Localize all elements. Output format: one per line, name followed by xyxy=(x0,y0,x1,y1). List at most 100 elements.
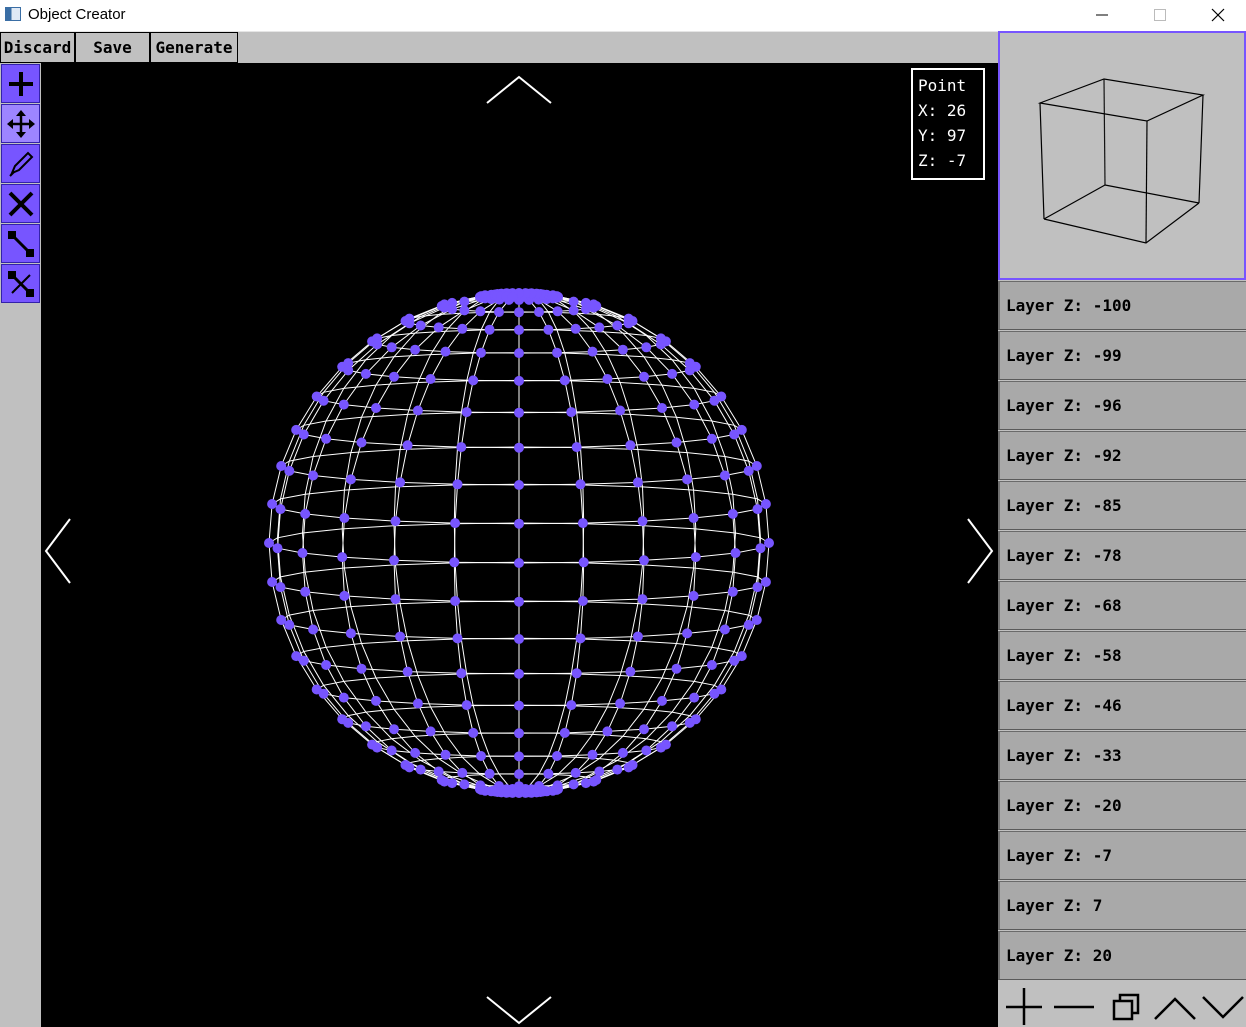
add-point-tool[interactable] xyxy=(1,64,40,103)
vertex-point[interactable] xyxy=(272,543,283,554)
layer-item[interactable]: Layer Z: -20 xyxy=(998,781,1246,830)
vertex-point[interactable] xyxy=(318,395,329,406)
remove-layer-button[interactable] xyxy=(1052,982,1096,1027)
vertex-point[interactable] xyxy=(447,778,458,789)
vertex-point[interactable] xyxy=(632,477,643,488)
vertex-point[interactable] xyxy=(410,747,421,758)
maximize-button[interactable] xyxy=(1137,0,1183,30)
vertex-point[interactable] xyxy=(450,518,461,529)
vertex-point[interactable] xyxy=(623,313,634,324)
vertex-point[interactable] xyxy=(345,474,356,485)
vertex-point[interactable] xyxy=(534,307,544,317)
vertex-point[interactable] xyxy=(386,745,397,756)
vertex-point[interactable] xyxy=(627,760,638,770)
vertex-point[interactable] xyxy=(706,660,717,670)
vertex-point[interactable] xyxy=(300,508,311,519)
vertex-point[interactable] xyxy=(602,726,613,737)
vertex-point[interactable] xyxy=(484,324,495,335)
vertex-point[interactable] xyxy=(716,684,727,695)
vertex-point[interactable] xyxy=(389,724,399,735)
vertex-point[interactable] xyxy=(594,766,605,777)
vertex-point[interactable] xyxy=(372,339,383,350)
vertex-point[interactable] xyxy=(404,762,415,773)
vertex-point[interactable] xyxy=(372,742,383,753)
layer-item[interactable]: Layer Z: -46 xyxy=(998,681,1246,730)
vertex-point[interactable] xyxy=(655,333,666,344)
vertex-point[interactable] xyxy=(637,516,648,527)
vertex-point[interactable] xyxy=(447,304,458,315)
vertex-point[interactable] xyxy=(727,508,738,519)
vertex-point[interactable] xyxy=(552,780,563,791)
vertex-point[interactable] xyxy=(514,728,524,739)
vertex-point[interactable] xyxy=(456,668,467,679)
vertex-point[interactable] xyxy=(461,407,472,418)
vertex-point[interactable] xyxy=(475,780,486,791)
vertex-point[interactable] xyxy=(449,557,460,568)
vertex-point[interactable] xyxy=(415,320,426,331)
vertex-point[interactable] xyxy=(476,751,486,761)
vertex-point[interactable] xyxy=(575,633,586,644)
vertex-point[interactable] xyxy=(552,751,562,761)
vertex-point[interactable] xyxy=(552,347,562,358)
vertex-point[interactable] xyxy=(412,698,423,709)
vertex-point[interactable] xyxy=(566,407,577,418)
vertex-point[interactable] xyxy=(690,714,701,725)
vertex-point[interactable] xyxy=(267,577,278,587)
move-tool[interactable] xyxy=(1,104,40,143)
vertex-point[interactable] xyxy=(671,663,682,674)
vertex-point[interactable] xyxy=(514,558,524,568)
vertex-point[interactable] xyxy=(719,470,730,481)
delete-tool[interactable] xyxy=(1,184,40,223)
vertex-point[interactable] xyxy=(689,399,700,410)
vertex-point[interactable] xyxy=(360,721,371,732)
vertex-point[interactable] xyxy=(297,548,308,558)
vertex-point[interactable] xyxy=(688,513,699,523)
vertex-point[interactable] xyxy=(450,596,461,606)
layer-item[interactable]: Layer Z: -92 xyxy=(998,431,1246,480)
duplicate-layer-button[interactable] xyxy=(1104,982,1148,1027)
vertex-point[interactable] xyxy=(689,692,700,703)
vertex-point[interactable] xyxy=(461,700,472,711)
vertex-point[interactable] xyxy=(706,433,717,444)
vertex-point[interactable] xyxy=(764,538,774,548)
vertex-point[interactable] xyxy=(514,518,524,529)
vertex-point[interactable] xyxy=(345,628,356,639)
vertex-point[interactable] xyxy=(507,787,518,798)
vertex-point[interactable] xyxy=(457,323,468,334)
vertex-point[interactable] xyxy=(575,479,586,490)
vertex-point[interactable] xyxy=(338,399,349,410)
vertex-point[interactable] xyxy=(684,358,695,369)
layer-item[interactable]: Layer Z: -100 xyxy=(998,281,1246,330)
vertex-point[interactable] xyxy=(356,437,367,448)
vertex-point[interactable] xyxy=(452,479,463,490)
vertex-point[interactable] xyxy=(284,465,295,476)
disconnect-tool[interactable] xyxy=(1,264,40,303)
vertex-point[interactable] xyxy=(617,344,628,355)
close-button[interactable] xyxy=(1195,0,1241,30)
vertex-point[interactable] xyxy=(751,615,762,625)
vertex-point[interactable] xyxy=(657,403,667,413)
vertex-point[interactable] xyxy=(404,318,415,329)
vertex-point[interactable] xyxy=(571,442,582,453)
vertex-point[interactable] xyxy=(667,368,678,379)
vertex-point[interactable] xyxy=(514,668,524,679)
vertex-point[interactable] xyxy=(760,499,771,509)
vertex-point[interactable] xyxy=(425,726,436,737)
layer-down-button[interactable] xyxy=(1200,982,1246,1027)
preview-panel[interactable] xyxy=(998,31,1246,280)
save-button[interactable]: Save xyxy=(75,32,150,63)
vertex-point[interactable] xyxy=(566,700,577,711)
vertex-point[interactable] xyxy=(657,695,667,706)
vertex-point[interactable] xyxy=(339,513,350,523)
vertex-point[interactable] xyxy=(552,306,563,317)
vertex-point[interactable] xyxy=(727,586,738,597)
vertex-point[interactable] xyxy=(402,440,413,451)
vertex-point[interactable] xyxy=(433,766,444,777)
vertex-point[interactable] xyxy=(514,375,524,386)
vertex-point[interactable] xyxy=(390,516,401,527)
vertex-point[interactable] xyxy=(667,721,678,732)
vertex-point[interactable] xyxy=(433,322,444,333)
vertex-point[interactable] xyxy=(543,768,554,779)
vertex-point[interactable] xyxy=(612,764,623,775)
vertex-point[interactable] xyxy=(637,594,648,605)
